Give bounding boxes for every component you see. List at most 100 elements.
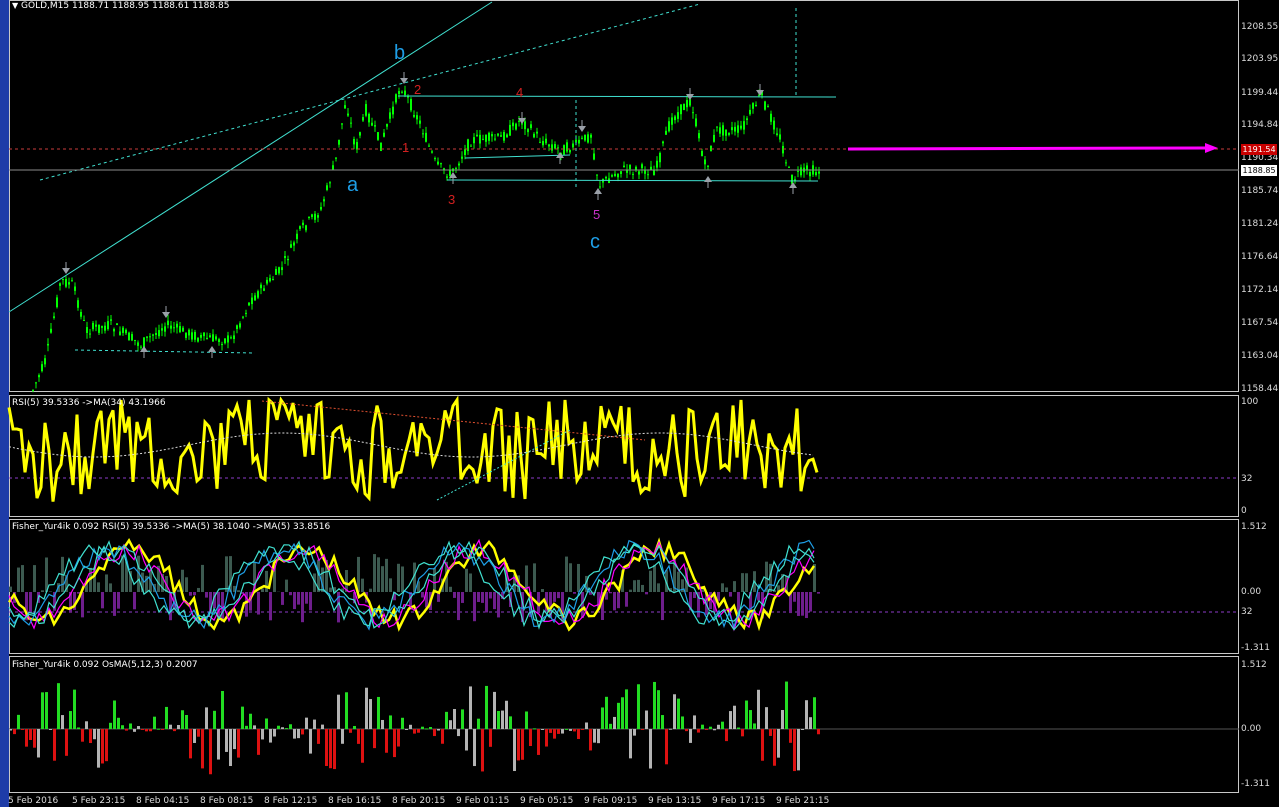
fisher-hist-bar	[49, 591, 52, 592]
fisher-hist-bar	[497, 592, 500, 618]
osma-hist-bar	[693, 715, 696, 729]
fisher-hist-bar	[657, 583, 660, 592]
osma-hist-bar	[77, 727, 80, 729]
candle-body	[665, 130, 667, 135]
osma-hist-bar	[569, 729, 572, 731]
candle-body	[707, 165, 709, 167]
fractal-arrow-icon	[704, 176, 712, 182]
osma-hist-bar	[301, 729, 304, 735]
fisher-hist-bar	[381, 566, 384, 592]
fisher-hist-bar	[465, 568, 468, 592]
osma-hist-bar	[173, 729, 176, 732]
fisher-hist-bar	[613, 592, 616, 611]
rsi-scale-label: 100	[1241, 397, 1259, 407]
candle-body	[539, 141, 541, 143]
osma-hist-bar	[53, 729, 56, 761]
candle-body	[395, 94, 397, 103]
fisher-hist-bar	[117, 592, 120, 609]
osma-hist-bar	[701, 724, 704, 729]
dropdown-triangle-icon[interactable]: ▼	[12, 1, 18, 10]
osma-hist-bar	[49, 729, 52, 730]
time-axis-label: 8 Feb 08:15	[200, 796, 254, 806]
candle-body	[542, 141, 544, 146]
candle-body	[569, 150, 571, 153]
osma-hist-bar	[185, 715, 188, 729]
candle-body	[500, 135, 502, 137]
fisher-hist-bar	[193, 592, 196, 596]
osma-hist-bar	[597, 729, 600, 744]
candle-body	[692, 112, 694, 114]
candle-body	[374, 125, 376, 127]
candle-body	[74, 286, 76, 291]
fisher-hist-bar	[557, 592, 560, 599]
fisher-hist-bar	[541, 589, 544, 592]
osma-hist-bar	[501, 710, 504, 729]
rsi-scale-label: 0	[1241, 506, 1247, 516]
osma-hist-bar	[21, 729, 24, 730]
osma-hist-bar	[205, 707, 208, 729]
candle-body	[557, 147, 559, 149]
fisher-hist-bar	[189, 592, 192, 596]
candle-body	[68, 282, 70, 285]
osma-hist-bar	[393, 729, 396, 758]
chart-drawing-layer	[7, 1, 1239, 775]
osma-hist-bar	[773, 729, 776, 766]
osma-hist-bar	[373, 729, 376, 749]
osma-hist-bar	[417, 729, 420, 733]
time-axis-label: 5 Feb 2016	[8, 796, 59, 806]
candle-body	[788, 166, 790, 168]
fisher-hist-bar	[565, 556, 568, 592]
osma-hist-bar	[617, 702, 620, 729]
candle-body	[437, 161, 439, 165]
candle-body	[458, 163, 460, 166]
osma-hist-bar	[9, 729, 12, 731]
osma-hist-bar	[565, 728, 568, 730]
osma-hist-bar	[581, 729, 584, 730]
osma-hist-bar	[729, 711, 732, 729]
osma-hist-bar	[217, 729, 220, 760]
candle-body	[749, 109, 751, 115]
candle-body	[206, 337, 208, 340]
fractal-arrow-icon	[400, 78, 408, 84]
fisher-hist-bar	[693, 592, 696, 598]
osma-panel-title: Fisher_Yur4ik 0.092 OsMA(5,12,3) 0.2007	[12, 660, 198, 670]
wave-label-5: 5	[593, 207, 601, 222]
candle-body	[470, 145, 472, 147]
osma-hist-bar	[297, 729, 300, 739]
candle-body	[332, 165, 334, 170]
candle-body	[350, 122, 352, 124]
wave-label-a: a	[347, 174, 359, 196]
candle-body	[485, 134, 487, 142]
osma-hist-bar	[505, 700, 508, 729]
fisher-hist-bar	[357, 556, 360, 592]
time-axis-label: 8 Feb 12:15	[264, 796, 318, 806]
candle-body	[584, 134, 586, 141]
candle-body	[785, 162, 787, 164]
osma-hist-bar	[749, 710, 752, 729]
osma-hist-bar	[517, 729, 520, 761]
osma-hist-bar	[41, 692, 44, 729]
fisher-hist-bar	[489, 592, 492, 599]
candle-body	[737, 125, 739, 133]
fractal-arrow-icon	[594, 188, 602, 194]
candle-body	[755, 104, 757, 107]
candle-body	[701, 150, 703, 157]
time-axis-label: 8 Feb 16:15	[328, 796, 382, 806]
osma-hist-bar	[453, 709, 456, 729]
fisher-hist-bar	[733, 581, 736, 592]
time-axis-label: 9 Feb 09:15	[584, 796, 638, 806]
candle-body	[32, 389, 34, 391]
osma-scale-label: 1.512	[1241, 660, 1267, 670]
candle-body	[116, 323, 118, 326]
candle-body	[299, 226, 301, 229]
osma-hist-bar	[761, 729, 764, 761]
osma-hist-bar	[677, 698, 680, 729]
candle-body	[524, 121, 526, 130]
candle-body	[563, 145, 565, 155]
candle-body	[371, 122, 373, 126]
osma-hist-bar	[153, 716, 156, 729]
candle-body	[497, 133, 499, 136]
candle-body	[71, 280, 73, 282]
fisher-hist-bar	[805, 592, 808, 619]
osma-hist-bar	[17, 714, 20, 729]
